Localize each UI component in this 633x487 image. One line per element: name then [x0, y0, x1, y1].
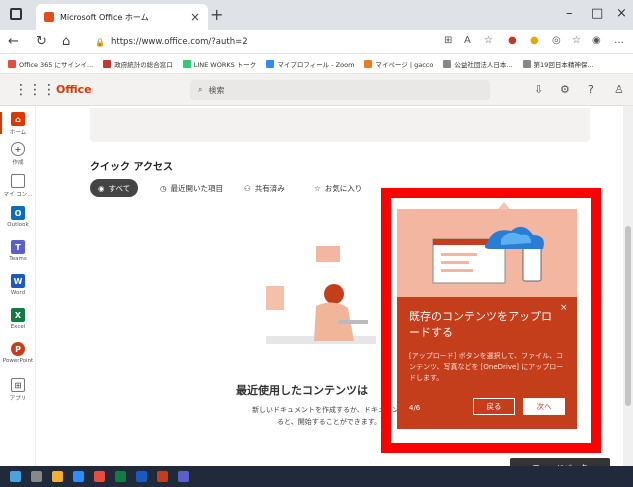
search-icon: ⌕ — [198, 85, 203, 94]
filter-shared[interactable]: ⚇ 共有済み — [236, 179, 293, 197]
rail-item-powerpoint[interactable]: P PowerPoint — [0, 342, 36, 364]
shared-icon: ⚇ — [244, 183, 251, 193]
tab-actions-icon[interactable] — [10, 8, 22, 20]
favorites-icon[interactable]: ☆ — [572, 35, 581, 46]
rail-item-teams[interactable]: T Teams — [0, 240, 36, 262]
favorite-item[interactable]: LINE WORKS トーク — [182, 59, 256, 69]
empty-state-title: 最近使用したコンテンツは — [236, 384, 368, 397]
filter-recent[interactable]: ◷ 最近開いた項目 — [152, 179, 231, 197]
favorite-item[interactable]: Office 365 にサインイ... — [8, 59, 93, 69]
settings-icon[interactable]: ⚙ — [560, 83, 570, 96]
close-window-icon[interactable]: × — [616, 6, 627, 21]
rail-item-word[interactable]: W Word — [0, 274, 36, 296]
favorite-icon — [266, 59, 275, 68]
favorite-icon — [364, 59, 373, 68]
search-taskbar-icon[interactable] — [31, 471, 42, 482]
apps-icon: ⊞ — [11, 378, 25, 392]
read-aloud-icon[interactable]: A — [464, 35, 471, 46]
url-field[interactable]: https://www.office.com/?auth=2 — [95, 33, 395, 51]
explorer-icon[interactable] — [52, 471, 63, 482]
reader-icon[interactable]: ⊞ — [444, 35, 452, 46]
star-icon: ☆ — [314, 183, 321, 193]
search-placeholder: 検索 — [208, 85, 225, 95]
maximize-icon[interactable]: □ — [591, 6, 603, 21]
start-icon[interactable] — [10, 471, 21, 482]
more-icon[interactable]: … — [614, 35, 624, 46]
favorites-bar: Office 365 にサインイ... 政府統計の総合窓口 LINE WORKS… — [0, 54, 633, 74]
favorite-icon — [103, 59, 112, 68]
new-tab-button[interactable]: + — [210, 5, 223, 24]
favorite-icon — [182, 59, 191, 68]
rail-item-apps[interactable]: ⊞ アプリ — [0, 378, 36, 402]
app-icon[interactable] — [94, 471, 105, 482]
favorite-item[interactable]: 公益社団法人日本... — [443, 59, 513, 69]
favorite-item[interactable]: 政府統計の総合窓口 — [103, 59, 173, 69]
tab-title: Microsoft Office ホーム — [60, 12, 149, 22]
rail-item-my-content[interactable]: マイ コン... — [0, 174, 36, 198]
clock-icon: ◷ — [160, 183, 167, 193]
page-icon — [443, 59, 452, 68]
word-taskbar-icon[interactable] — [136, 471, 147, 482]
address-bar: ← ↻ ⌂ https://www.office.com/?auth=2 ⊞ A… — [0, 30, 633, 54]
empty-state-illustration — [266, 246, 376, 344]
feedback-icon[interactable]: ⇩ — [534, 83, 543, 96]
minimize-icon[interactable]: – — [566, 6, 573, 21]
powerpoint-icon: P — [11, 342, 25, 356]
all-icon: ◉ — [98, 183, 105, 193]
app-launcher-icon[interactable]: ⋮⋮⋮ — [14, 82, 56, 98]
powerpoint-taskbar-icon[interactable] — [157, 471, 168, 482]
left-rail: ⌂ ホーム + 作成 マイ コン... O Outlook T Teams W … — [0, 106, 36, 466]
account-icon[interactable]: ♙ — [614, 83, 624, 96]
word-icon: W — [11, 274, 25, 288]
rail-item-home[interactable]: ⌂ ホーム — [0, 112, 36, 136]
page-icon — [522, 59, 531, 68]
tab-close-icon[interactable]: × — [190, 10, 200, 24]
back-icon[interactable]: ← — [8, 34, 19, 49]
home-browser-icon[interactable]: ⌂ — [62, 34, 70, 49]
filter-all[interactable]: ◉ すべて — [90, 179, 139, 197]
taskbar — [0, 466, 633, 487]
home-icon: ⌂ — [11, 112, 25, 126]
edge-icon[interactable] — [73, 471, 84, 482]
extension-icon[interactable]: ● — [508, 35, 517, 46]
banner-card — [90, 108, 590, 142]
favorite-add-icon[interactable]: ☆ — [484, 35, 493, 46]
office-title[interactable]: Office — [56, 83, 92, 96]
scrollbar-thumb[interactable] — [625, 226, 631, 406]
favorite-item[interactable]: マイページ | gacco — [364, 59, 433, 69]
refresh-icon[interactable]: ↻ — [36, 34, 47, 49]
search-box[interactable]: ⌕ 検索 — [190, 80, 490, 100]
rail-item-outlook[interactable]: O Outlook — [0, 206, 36, 228]
highlight-annotation — [381, 188, 601, 453]
folder-icon — [11, 174, 25, 188]
office-header: ⋮⋮⋮ Office ⌕ 検索 ⇩ ⚙ ? ♙ — [0, 74, 633, 106]
favorite-item[interactable]: 第19回日本精神保... — [522, 59, 594, 69]
extension2-icon[interactable]: ● — [530, 35, 539, 46]
excel-taskbar-icon[interactable] — [115, 471, 126, 482]
browser-tab[interactable]: Microsoft Office ホーム × — [36, 4, 208, 30]
filter-favorites[interactable]: ☆ お気に入り — [306, 179, 370, 197]
profile-icon[interactable]: ◉ — [592, 35, 601, 46]
teams-icon: T — [11, 240, 25, 254]
excel-icon: X — [11, 308, 25, 322]
browser-titlebar: Microsoft Office ホーム × + – □ × — [0, 0, 633, 30]
outlook-icon: O — [11, 206, 25, 220]
rail-item-create[interactable]: + 作成 — [0, 142, 36, 166]
teams-taskbar-icon[interactable] — [178, 471, 189, 482]
help-icon[interactable]: ? — [588, 83, 594, 96]
add-icon: + — [11, 142, 25, 156]
page-scrollbar[interactable] — [623, 106, 633, 466]
favorite-item[interactable]: マイプロフィール - Zoom — [266, 59, 354, 69]
quick-access-title: クイック アクセス — [90, 162, 173, 173]
collections-icon[interactable]: ◎ — [552, 35, 561, 46]
office-favicon-icon — [44, 12, 54, 22]
rail-item-excel[interactable]: X Excel — [0, 308, 36, 330]
favorite-icon — [8, 59, 16, 68]
